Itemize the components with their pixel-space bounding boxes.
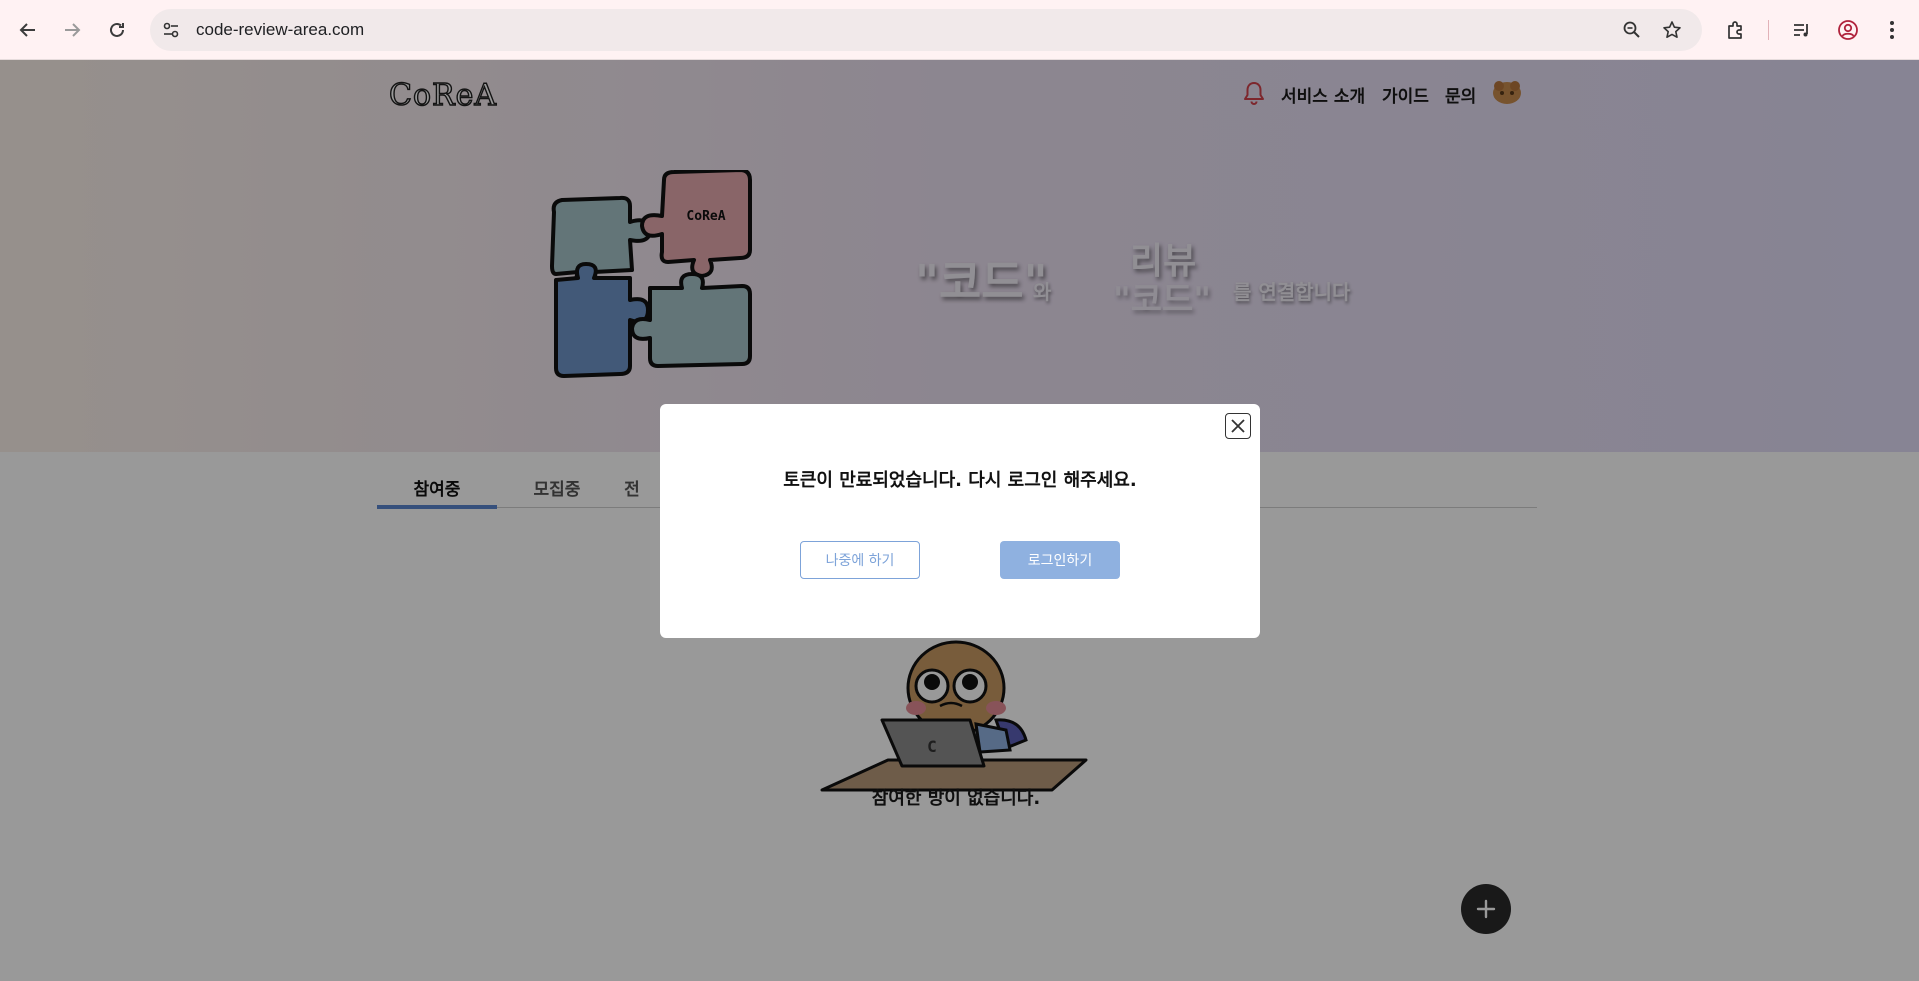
profile-icon[interactable] bbox=[1834, 16, 1862, 44]
zoom-icon[interactable] bbox=[1620, 18, 1644, 42]
back-button[interactable] bbox=[12, 14, 44, 46]
address-bar[interactable]: code-review-area.com bbox=[150, 9, 1702, 51]
star-icon[interactable] bbox=[1660, 18, 1684, 42]
later-button[interactable]: 나중에 하기 bbox=[800, 541, 920, 579]
kebab-menu-icon[interactable] bbox=[1878, 16, 1906, 44]
reload-icon bbox=[110, 22, 124, 37]
arrow-left-icon bbox=[19, 23, 35, 37]
login-button[interactable]: 로그인하기 bbox=[1000, 541, 1120, 579]
media-control-icon[interactable] bbox=[1788, 16, 1816, 44]
arrow-right-icon bbox=[65, 23, 81, 37]
close-icon bbox=[1231, 419, 1245, 433]
toolbar-divider bbox=[1768, 20, 1769, 40]
reload-button[interactable] bbox=[101, 14, 133, 46]
tune-icon[interactable] bbox=[160, 19, 182, 41]
close-button[interactable] bbox=[1225, 413, 1251, 439]
dialog-message: 토큰이 만료되었습니다. 다시 로그인 해주세요. bbox=[783, 470, 1137, 491]
forward-button[interactable] bbox=[56, 14, 88, 46]
puzzle-icon[interactable] bbox=[1722, 16, 1750, 44]
token-expired-dialog: 토큰이 만료되었습니다. 다시 로그인 해주세요. 나중에 하기 로그인하기 bbox=[660, 404, 1260, 638]
browser-toolbar: code-review-area.com bbox=[0, 0, 1919, 60]
url-text[interactable]: code-review-area.com bbox=[196, 20, 364, 40]
